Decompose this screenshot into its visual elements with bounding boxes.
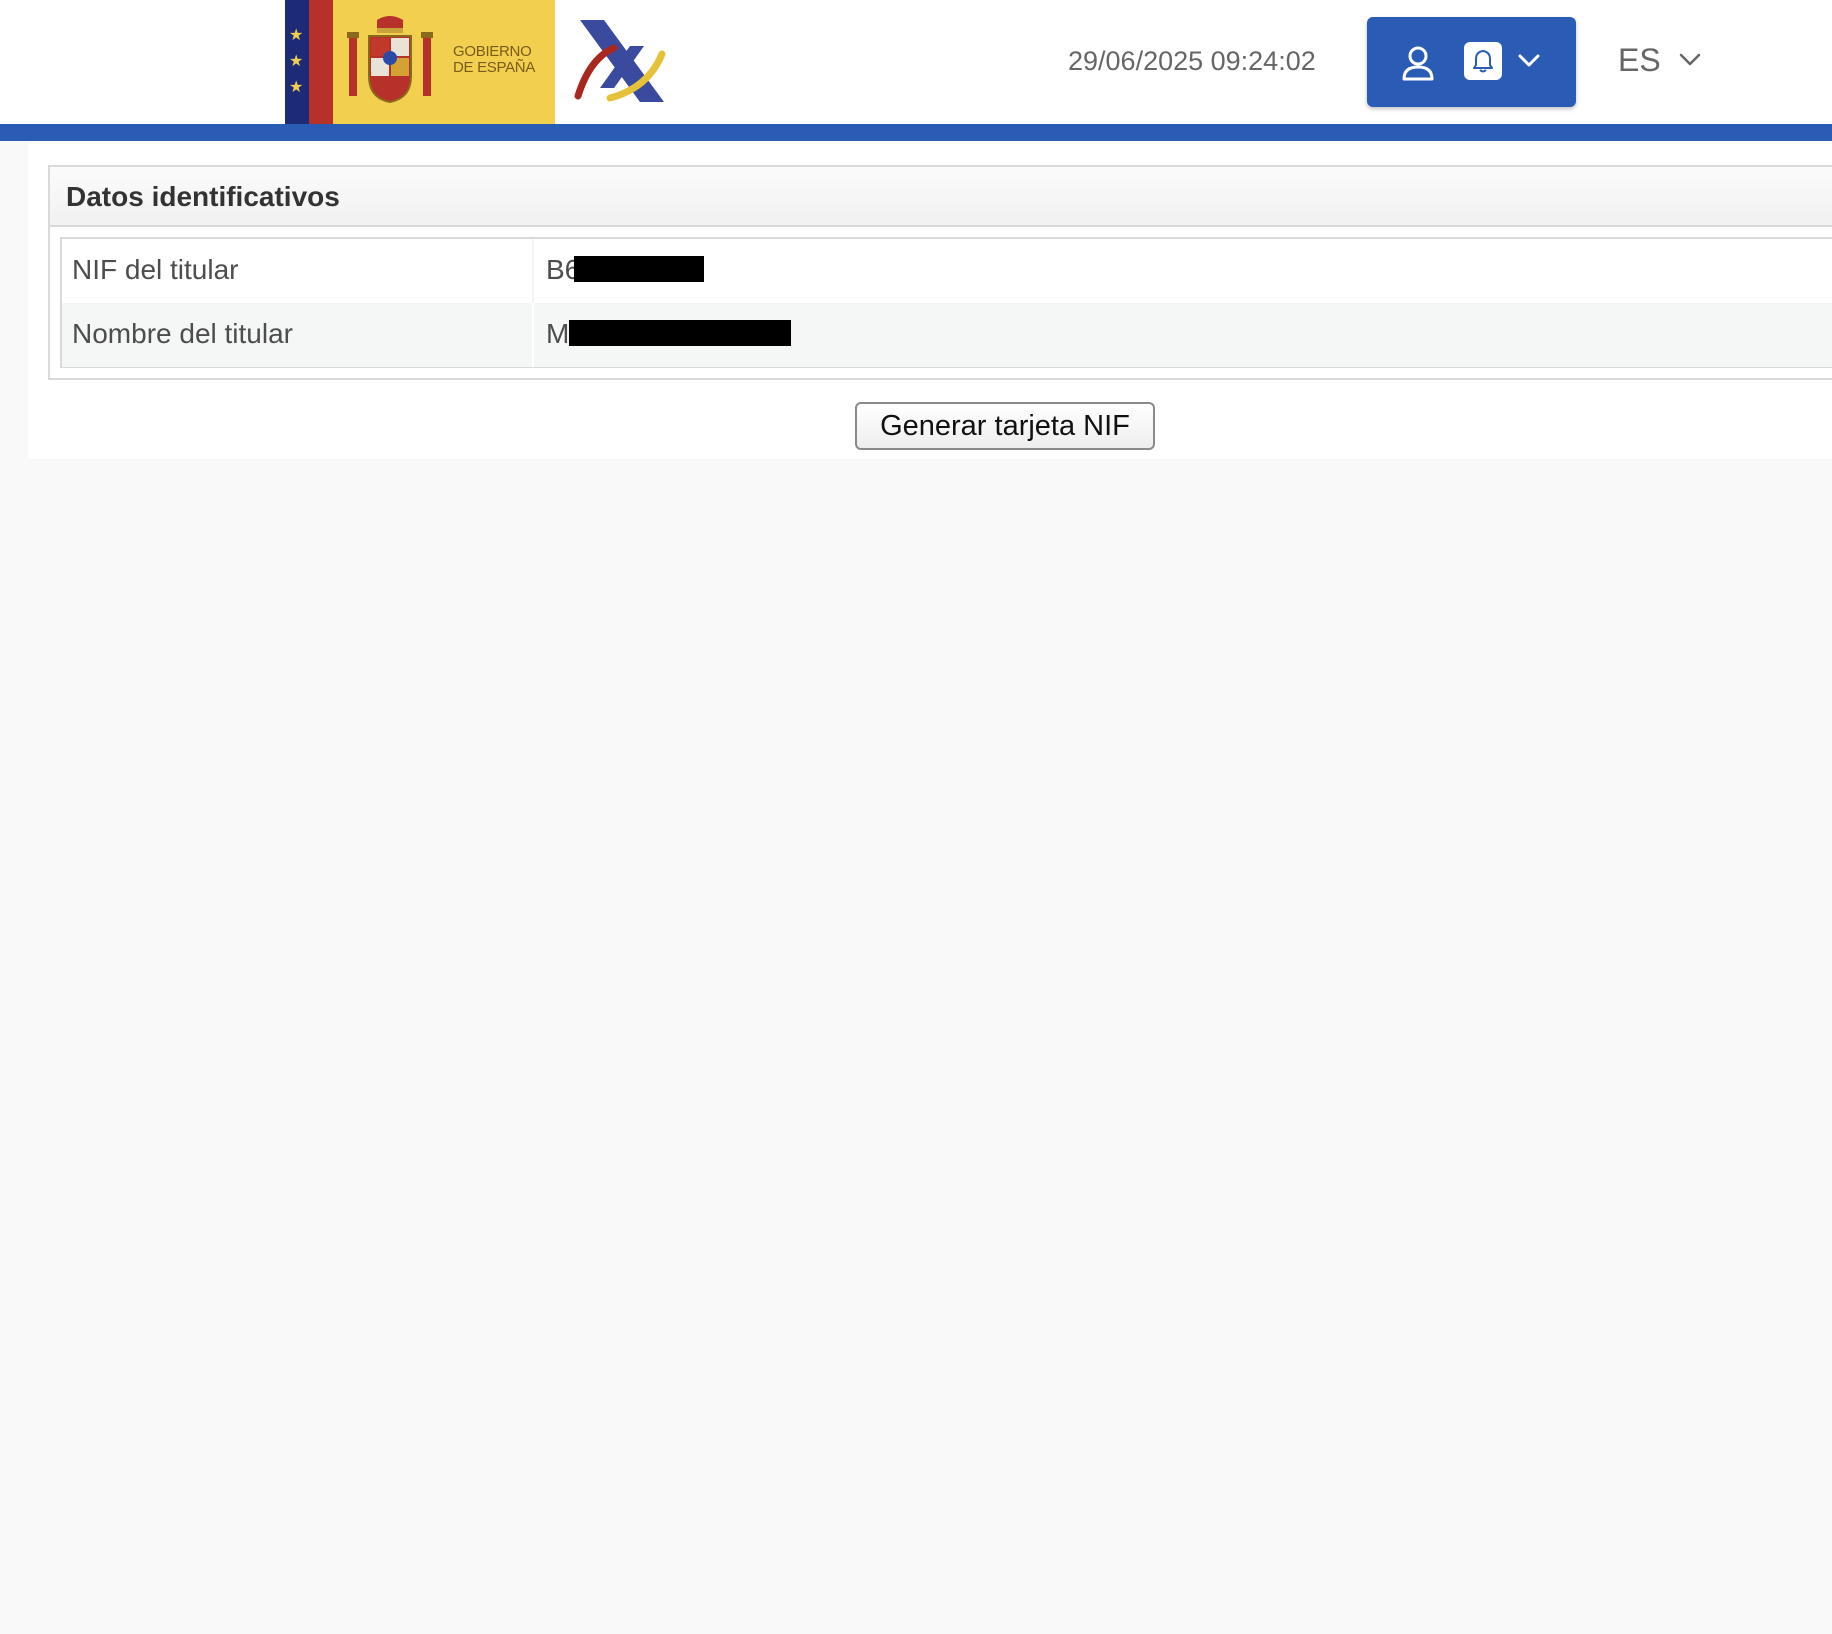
nif-value: B6 xyxy=(546,254,705,286)
chevron-down-icon xyxy=(1518,54,1540,67)
notifications-button[interactable] xyxy=(1464,42,1502,80)
coat-of-arms-icon xyxy=(347,16,433,104)
table-row-nombre: Nombre del titular M xyxy=(62,303,1832,367)
gov-logo-text: GOBIERNO DE ESPAÑA xyxy=(453,44,535,76)
redaction-bar xyxy=(574,256,705,282)
gobierno-de-espana-logo[interactable]: ★ ★ ★ GOBIERNO DE ESPAÑA xyxy=(285,0,555,124)
user-menu-button[interactable] xyxy=(1367,17,1576,107)
nombre-label: Nombre del titular xyxy=(72,318,293,349)
panel-header: Datos identificativos xyxy=(50,167,1832,227)
panel-title: Datos identificativos xyxy=(66,181,340,212)
redaction-bar xyxy=(569,320,792,346)
star-icon: ★ xyxy=(289,53,304,70)
chevron-down-icon[interactable] xyxy=(1678,52,1702,68)
identification-table: NIF del titular B6 Nombre del titular M xyxy=(60,237,1832,368)
nombre-value: M xyxy=(546,318,792,350)
top-header: ★ ★ ★ GOBIERNO DE ESPAÑA 29/06/2025 09:2… xyxy=(0,0,1832,124)
language-selector[interactable]: ES xyxy=(1618,42,1661,79)
eu-flag-stripe: ★ ★ ★ xyxy=(285,0,333,124)
gov-logo-text-line2: DE ESPAÑA xyxy=(453,59,536,76)
nif-label: NIF del titular xyxy=(72,254,239,285)
main-content: Datos identificativos NIF del titular B6… xyxy=(28,141,1832,459)
table-row-nif: NIF del titular B6 xyxy=(62,239,1832,303)
gov-logo-text-line1: GOBIERNO xyxy=(453,43,532,60)
header-accent-bar xyxy=(0,124,1832,141)
datos-identificativos-panel: Datos identificativos NIF del titular B6… xyxy=(48,165,1832,380)
nombre-value-visible: M xyxy=(546,318,570,349)
session-datetime: 29/06/2025 09:24:02 xyxy=(1068,46,1316,76)
generar-tarjeta-nif-button[interactable]: Generar tarjeta NIF xyxy=(855,402,1155,450)
star-icon: ★ xyxy=(289,27,304,44)
bell-icon xyxy=(1473,50,1493,73)
user-icon xyxy=(1402,46,1434,81)
star-icon: ★ xyxy=(289,79,304,96)
agencia-tributaria-logo[interactable] xyxy=(570,18,666,106)
